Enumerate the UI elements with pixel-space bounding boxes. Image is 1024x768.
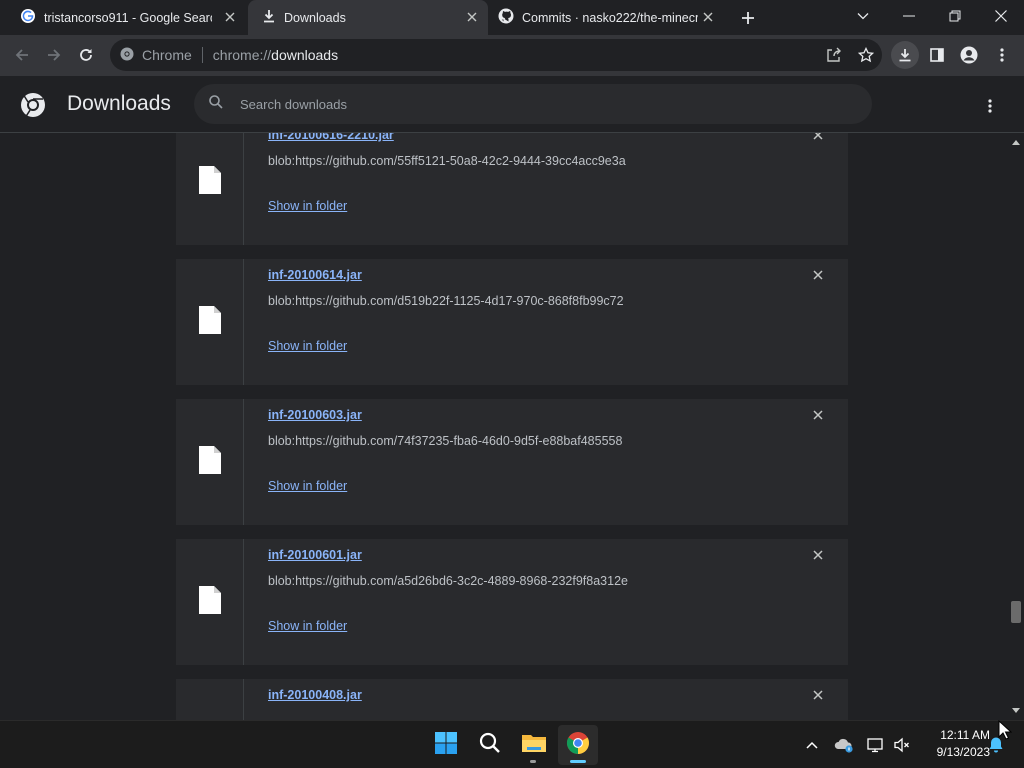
file-icon	[198, 165, 221, 199]
tab-title: Downloads	[284, 10, 346, 25]
show-in-folder-link[interactable]: Show in folder	[268, 199, 347, 213]
minimize-button[interactable]	[886, 0, 932, 32]
restore-button[interactable]	[932, 0, 978, 32]
windows-taskbar: 12:11 AM 9/13/2023	[0, 720, 1024, 768]
close-tab-icon[interactable]	[222, 9, 238, 25]
download-item: inf-20100601.jar blob:https://github.com…	[176, 539, 848, 665]
remove-from-list-icon[interactable]	[808, 685, 828, 705]
file-icon-area	[176, 679, 244, 720]
file-explorer-icon	[521, 732, 547, 759]
close-tab-icon[interactable]	[700, 9, 716, 25]
download-item: inf-20100603.jar blob:https://github.com…	[176, 399, 848, 525]
chrome-icon	[120, 47, 134, 64]
download-item: inf-20100408.jar	[176, 679, 848, 720]
share-icon[interactable]	[820, 41, 848, 69]
scroll-down-icon[interactable]	[1012, 707, 1020, 715]
remove-from-list-icon[interactable]	[808, 405, 828, 425]
file-name-link[interactable]: inf-20100408.jar	[268, 688, 362, 702]
search-icon	[208, 94, 224, 115]
taskbar-search-button[interactable]	[470, 725, 510, 765]
file-icon-area	[176, 539, 244, 665]
browser-toolbar: Chrome chrome:// downloads	[0, 35, 1024, 76]
windows-start-icon	[434, 731, 458, 760]
file-icon	[198, 445, 221, 479]
file-name-link[interactable]: inf-20100603.jar	[268, 408, 362, 422]
back-button[interactable]	[8, 41, 36, 69]
address-bar[interactable]: Chrome chrome:// downloads	[110, 39, 882, 71]
omnibox-divider	[201, 47, 203, 63]
file-name-link[interactable]: inf-20100614.jar	[268, 268, 362, 282]
site-chip[interactable]: Chrome	[110, 47, 192, 64]
show-in-folder-link[interactable]: Show in folder	[268, 479, 347, 493]
active-indicator	[570, 760, 586, 763]
show-in-folder-link[interactable]: Show in folder	[268, 619, 347, 633]
file-source-url: blob:https://github.com/74f37235-fba6-46…	[268, 434, 623, 448]
tab-search-chevron-icon[interactable]	[840, 0, 886, 32]
download-icon	[262, 9, 276, 26]
running-indicator	[530, 760, 536, 763]
google-g-icon	[20, 8, 36, 27]
chrome-taskbar-button[interactable]	[558, 725, 598, 765]
file-icon-area	[176, 259, 244, 385]
chrome-icon	[566, 731, 590, 760]
chrome-menu-icon[interactable]	[988, 41, 1016, 69]
remove-from-list-icon[interactable]	[808, 265, 828, 285]
profile-avatar-icon[interactable]	[955, 41, 983, 69]
search-icon	[479, 732, 501, 759]
tab-google-search[interactable]: tristancorso911 - Google Search	[6, 0, 246, 35]
close-window-button[interactable]	[978, 0, 1024, 32]
side-panel-icon[interactable]	[923, 41, 951, 69]
search-downloads-box[interactable]	[194, 84, 872, 124]
file-explorer-button[interactable]	[514, 725, 554, 765]
file-icon-area	[176, 399, 244, 525]
downloads-toolbar-button[interactable]	[891, 41, 919, 69]
tab-github-commits[interactable]: Commits · nasko222/the-minecra	[484, 0, 724, 35]
forward-button[interactable]	[40, 41, 68, 69]
tab-strip: tristancorso911 - Google Search Download…	[0, 0, 1024, 35]
downloads-more-menu-icon[interactable]	[976, 92, 1004, 120]
mouse-cursor-icon	[998, 719, 1013, 745]
volume-muted-icon[interactable]	[890, 733, 914, 757]
file-icon-area	[176, 133, 244, 245]
github-icon	[498, 8, 514, 27]
system-clock[interactable]: 12:11 AM 9/13/2023	[918, 727, 990, 761]
search-input[interactable]	[240, 96, 840, 112]
site-chip-label: Chrome	[142, 47, 192, 63]
scroll-up-icon[interactable]	[1012, 138, 1020, 146]
close-tab-icon[interactable]	[464, 9, 480, 25]
file-name-link[interactable]: inf-20100616-2210.jar	[268, 133, 394, 142]
file-source-url: blob:https://github.com/d519b22f-1125-4d…	[268, 294, 624, 308]
file-icon	[198, 305, 221, 339]
start-button[interactable]	[426, 725, 466, 765]
new-tab-button[interactable]	[736, 6, 760, 30]
download-item: inf-20100614.jar blob:https://github.com…	[176, 259, 848, 385]
downloads-list: inf-20100616-2210.jar blob:https://githu…	[0, 133, 1008, 720]
show-in-folder-link[interactable]: Show in folder	[268, 339, 347, 353]
onedrive-icon[interactable]	[832, 733, 856, 757]
file-name-link[interactable]: inf-20100601.jar	[268, 548, 362, 562]
file-icon	[198, 585, 221, 619]
chrome-logo-icon	[20, 92, 46, 123]
clock-date: 9/13/2023	[936, 745, 990, 759]
url-scheme: chrome://	[212, 47, 272, 63]
file-source-url: blob:https://github.com/55ff5121-50a8-42…	[268, 154, 626, 168]
reload-button[interactable]	[72, 41, 100, 69]
url-host: downloads	[271, 47, 339, 63]
page-title: Downloads	[67, 92, 171, 115]
bookmark-star-icon[interactable]	[852, 41, 880, 69]
show-hidden-icons-chevron[interactable]	[800, 733, 824, 757]
clock-time: 12:11 AM	[940, 728, 990, 742]
download-item: inf-20100616-2210.jar blob:https://githu…	[176, 133, 848, 245]
scrollbar[interactable]	[1008, 133, 1024, 720]
file-source-url: blob:https://github.com/a5d26bd6-3c2c-48…	[268, 574, 628, 588]
tab-title: tristancorso911 - Google Search	[44, 10, 212, 25]
tab-downloads[interactable]: Downloads	[248, 0, 488, 35]
scroll-thumb[interactable]	[1011, 601, 1021, 623]
remove-from-list-icon[interactable]	[808, 545, 828, 565]
remove-from-list-icon[interactable]	[808, 133, 828, 145]
tab-title: Commits · nasko222/the-minecra	[522, 10, 698, 25]
network-icon[interactable]	[864, 733, 888, 757]
downloads-header: Downloads	[0, 76, 1024, 133]
